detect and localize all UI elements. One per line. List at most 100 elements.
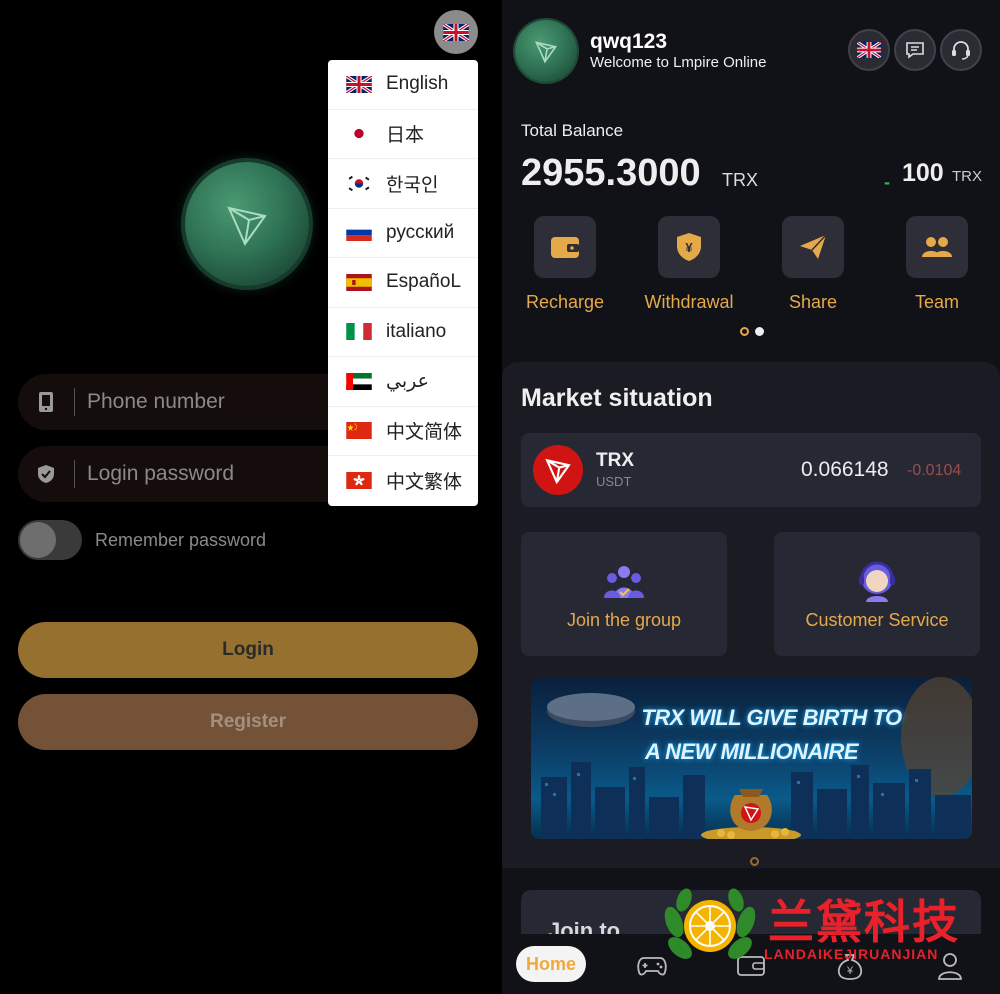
ticker-quote: USDT: [596, 474, 632, 489]
hongkong-flag-icon: [346, 472, 372, 490]
ticker-symbol: TRX: [596, 450, 634, 471]
support-button[interactable]: [940, 29, 982, 71]
uk-flag-icon: [443, 23, 469, 41]
language-button[interactable]: [848, 29, 890, 71]
carousel-indicator: [740, 327, 764, 336]
language-label: EspañoL: [386, 271, 462, 293]
language-label: italiano: [386, 320, 447, 342]
avatar[interactable]: [515, 20, 577, 82]
language-option-arabic[interactable]: عربي: [328, 357, 478, 407]
russia-flag-icon: [346, 224, 372, 242]
customer-service-label: Customer Service: [805, 610, 949, 630]
market-title: Market situation: [521, 384, 713, 412]
yen-shield-icon: ¥: [658, 216, 720, 278]
carousel-dot[interactable]: [740, 327, 749, 336]
language-label: 日本: [386, 125, 425, 147]
login-button[interactable]: Login: [18, 622, 478, 678]
japan-flag-icon: [346, 125, 372, 143]
language-label: English: [386, 73, 449, 95]
balance-change-unit: TRX: [952, 168, 982, 185]
language-option-japanese[interactable]: 日本: [328, 110, 478, 159]
tron-coin-logo: [185, 162, 309, 286]
bottom-nav: Home ¥: [502, 934, 1000, 994]
remember-toggle[interactable]: [18, 520, 82, 560]
uae-flag-icon: [346, 372, 372, 390]
nav-profile[interactable]: [934, 950, 966, 982]
language-option-chinese-traditional[interactable]: 中文繁体: [328, 456, 478, 506]
username: qwq123: [590, 30, 668, 53]
carousel-dot[interactable]: [755, 327, 764, 336]
spain-flag-icon: [346, 273, 372, 291]
language-label: 中文繁体: [386, 472, 463, 494]
nav-home[interactable]: Home: [516, 946, 586, 982]
promo-banner[interactable]: TRX WILL GIVE BIRTH TO A NEW MILLIONAIRE: [531, 677, 972, 839]
banner-carousel-dot[interactable]: [750, 857, 759, 866]
profile-icon: [938, 953, 962, 980]
field-separator: [74, 388, 75, 416]
nav-finance[interactable]: ¥: [834, 950, 866, 982]
customer-service-icon: [855, 560, 899, 604]
team-icon: [906, 216, 968, 278]
paper-plane-icon: [782, 216, 844, 278]
uk-flag-icon: [346, 75, 372, 93]
total-balance-label: Total Balance: [521, 121, 624, 140]
message-button[interactable]: [894, 29, 936, 71]
message-icon: [906, 42, 924, 59]
language-option-italian[interactable]: italiano: [328, 308, 478, 357]
language-option-spanish[interactable]: EspañoL: [328, 258, 478, 308]
language-menu: English 日本 한국인 русский EspañoL italiano …: [328, 60, 478, 506]
tron-icon: [227, 206, 267, 247]
language-option-korean[interactable]: 한국인: [328, 159, 478, 209]
remember-label: Remember password: [95, 530, 267, 550]
svg-text:¥: ¥: [846, 965, 854, 977]
italy-flag-icon: [346, 323, 372, 341]
share-label: Share: [788, 292, 838, 312]
language-label: 한국인: [386, 174, 439, 196]
team-label: Team: [914, 292, 959, 312]
customer-service-card[interactable]: Customer Service: [774, 532, 980, 656]
language-option-english[interactable]: English: [328, 60, 478, 110]
banner-headline-line1: TRX WILL GIVE BIRTH TO: [641, 705, 902, 730]
language-label: русский: [386, 221, 455, 243]
banner-headline-line2: A NEW MILLIONAIRE: [644, 739, 859, 764]
group-icon: [602, 560, 646, 604]
withdrawal-label: Withdrawal: [644, 292, 734, 312]
withdrawal-button[interactable]: ¥ Withdrawal: [639, 216, 739, 313]
join-group-label: Join the group: [566, 610, 682, 630]
wallet-icon: [534, 216, 596, 278]
market-ticker-row[interactable]: TRX USDT 0.066148 -0.0104: [521, 433, 981, 507]
tron-icon: [534, 41, 558, 64]
korea-flag-icon: [346, 174, 372, 192]
wallet-icon: [737, 956, 765, 976]
welcome-text: Welcome to Lmpire Online: [590, 54, 767, 71]
gamepad-icon: [637, 957, 667, 976]
field-separator: [74, 460, 75, 488]
total-balance-value: 2955.3000: [521, 152, 701, 194]
nav-games[interactable]: [636, 950, 668, 982]
balance-change-sign: -: [884, 172, 890, 192]
toggle-knob: [20, 522, 56, 558]
language-button[interactable]: [434, 10, 478, 54]
ticker-price: 0.066148: [801, 458, 889, 481]
headset-icon: [952, 41, 970, 60]
money-bag-icon: ¥: [837, 954, 863, 980]
balance-change-value: 100: [902, 159, 944, 187]
total-balance-unit: TRX: [722, 170, 758, 190]
trx-logo-icon: [533, 445, 583, 495]
uk-flag-icon: [857, 42, 881, 58]
language-option-chinese-simplified[interactable]: 中文简体: [328, 407, 478, 456]
join-group-card[interactable]: Join the group: [521, 532, 727, 656]
language-label: 中文简体: [386, 422, 463, 444]
home-screen: qwq123 Welcome to Lmpire Online Total Ba…: [502, 0, 1000, 994]
svg-text:¥: ¥: [685, 240, 693, 255]
language-option-russian[interactable]: русский: [328, 209, 478, 258]
recharge-button[interactable]: Recharge: [515, 216, 615, 313]
share-button[interactable]: Share: [763, 216, 863, 313]
phone-icon: [18, 374, 74, 430]
ticker-change: -0.0104: [907, 462, 962, 479]
team-button[interactable]: Team: [887, 216, 987, 313]
nav-wallet[interactable]: [735, 950, 767, 982]
china-flag-icon: [346, 422, 372, 440]
register-button[interactable]: Register: [18, 694, 478, 750]
language-label: عربي: [386, 370, 429, 392]
